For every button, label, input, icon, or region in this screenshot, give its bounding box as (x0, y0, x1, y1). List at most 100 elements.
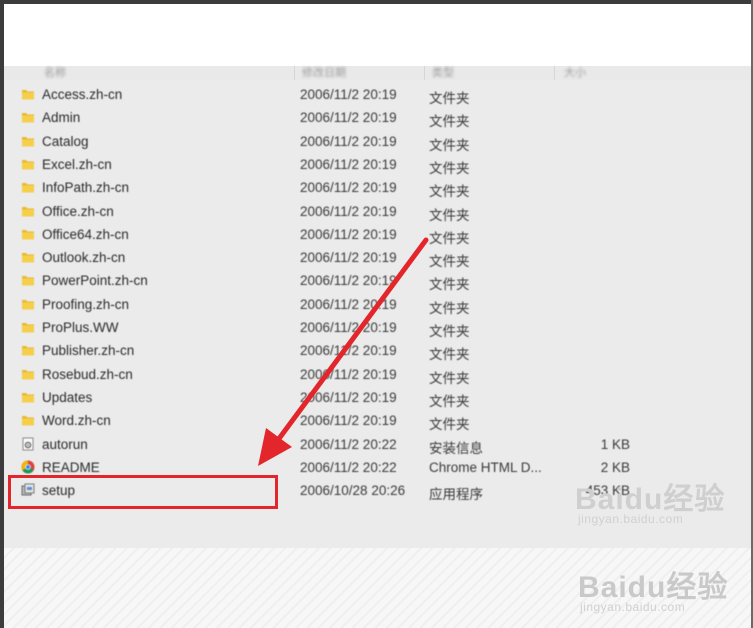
file-date-modified: 2006/11/2 20:19 (300, 273, 397, 289)
file-date-modified: 2006/11/2 20:19 (300, 389, 397, 405)
file-row-excel-zh-cn[interactable]: Excel.zh-cn 2006/11/2 20:19 文件夹 (4, 153, 751, 176)
file-name: README (42, 459, 100, 475)
file-name: Publisher.zh-cn (42, 343, 135, 359)
file-type: 文件夹 (429, 207, 470, 223)
file-size: 1 KB (600, 436, 630, 452)
file-date-modified: 2006/11/2 20:22 (300, 436, 397, 452)
file-name: Rosebud.zh-cn (42, 366, 133, 382)
file-row-admin[interactable]: Admin 2006/11/2 20:19 文件夹 (4, 106, 751, 129)
file-type: 文件夹 (429, 300, 470, 316)
file-date-modified: 2006/11/2 20:19 (300, 203, 397, 219)
file-row-infopath-zh-cn[interactable]: InfoPath.zh-cn 2006/11/2 20:19 文件夹 (4, 176, 751, 199)
file-date-modified: 2006/11/2 20:19 (300, 133, 397, 149)
file-row-autorun[interactable]: autorun 2006/11/2 20:22 安装信息 1 KB (4, 433, 751, 456)
file-type: 文件夹 (429, 160, 470, 176)
file-row-proofing-zh-cn[interactable]: Proofing.zh-cn 2006/11/2 20:19 文件夹 (4, 293, 751, 316)
file-date-modified: 2006/11/2 20:19 (300, 366, 397, 382)
file-row-updates[interactable]: Updates 2006/11/2 20:19 文件夹 (4, 386, 751, 409)
file-type: 应用程序 (429, 487, 483, 503)
file-date-modified: 2006/11/2 20:19 (300, 250, 397, 266)
folder-icon (21, 157, 35, 171)
file-date-modified: 2006/11/2 20:19 (300, 413, 397, 429)
file-size: 2 KB (600, 459, 630, 475)
column-separator[interactable] (424, 66, 425, 80)
file-name: Catalog (42, 133, 89, 149)
folder-icon (21, 320, 35, 334)
file-name: InfoPath.zh-cn (42, 180, 130, 196)
settings-file-icon (21, 437, 35, 451)
column-type-header[interactable]: 类型 (432, 64, 454, 80)
file-row-proplus-ww[interactable]: ProPlus.WW 2006/11/2 20:19 文件夹 (4, 316, 751, 339)
file-date-modified: 2006/10/28 20:26 (300, 483, 406, 499)
file-row-powerpoint-zh-cn[interactable]: PowerPoint.zh-cn 2006/11/2 20:19 文件夹 (4, 269, 751, 292)
column-separator[interactable] (554, 66, 555, 80)
file-row-office-zh-cn[interactable]: Office.zh-cn 2006/11/2 20:19 文件夹 (4, 200, 751, 223)
watermark-url: jingyan.baidu.com (578, 512, 684, 526)
file-name: Excel.zh-cn (42, 156, 112, 172)
file-name: Admin (42, 110, 81, 126)
file-name: ProPlus.WW (42, 320, 119, 335)
file-type: 文件夹 (429, 254, 470, 270)
toolbar-area (4, 4, 751, 66)
folder-icon (21, 413, 35, 427)
file-row-publisher-zh-cn[interactable]: Publisher.zh-cn 2006/11/2 20:19 文件夹 (4, 339, 751, 362)
file-date-modified: 2006/11/2 20:19 (300, 343, 397, 359)
chrome-icon (21, 460, 35, 474)
file-name: Updates (42, 389, 93, 405)
folder-icon (21, 390, 35, 404)
watermark-url-2: jingyan.baidu.com (580, 600, 686, 614)
file-type: 文件夹 (429, 230, 470, 246)
column-name-header[interactable]: 名称 (44, 64, 66, 80)
file-date-modified: 2006/11/2 20:19 (300, 226, 397, 242)
file-type: 文件夹 (429, 393, 470, 409)
folder-icon (21, 250, 35, 264)
file-type: 文件夹 (429, 370, 470, 386)
folder-icon (21, 180, 35, 194)
folder-icon (21, 297, 35, 311)
file-date-modified: 2006/11/2 20:19 (300, 296, 397, 312)
file-date-modified: 2006/11/2 20:19 (300, 87, 397, 102)
folder-icon (21, 134, 35, 148)
file-type: 文件夹 (429, 91, 470, 106)
file-name: PowerPoint.zh-cn (42, 273, 148, 289)
folder-icon (21, 204, 35, 218)
column-separator[interactable] (294, 66, 295, 80)
file-row-outlook-zh-cn[interactable]: Outlook.zh-cn 2006/11/2 20:19 文件夹 (4, 246, 751, 269)
folder-icon (21, 273, 35, 287)
column-date-header[interactable]: 修改日期 (302, 64, 346, 80)
file-name: Access.zh-cn (42, 87, 123, 102)
file-date-modified: 2006/11/2 20:19 (300, 110, 397, 126)
column-header: 名称 修改日期 类型 大小 (4, 66, 751, 80)
folder-icon (21, 87, 35, 101)
folder-icon (21, 343, 35, 357)
file-name: Proofing.zh-cn (42, 296, 130, 312)
file-type: 文件夹 (429, 184, 470, 200)
file-type: Chrome HTML D... (429, 459, 542, 475)
folder-icon (21, 110, 35, 124)
folder-icon (21, 367, 35, 381)
file-name: Office.zh-cn (42, 203, 114, 219)
file-type: 文件夹 (429, 347, 470, 363)
file-name: Word.zh-cn (42, 413, 111, 429)
column-size-header[interactable]: 大小 (564, 64, 586, 80)
file-date-modified: 2006/11/2 20:22 (300, 459, 397, 475)
file-type: 安装信息 (429, 440, 483, 456)
file-row-office64-zh-cn[interactable]: Office64.zh-cn 2006/11/2 20:19 文件夹 (4, 223, 751, 246)
file-row-access-zh-cn[interactable]: Access.zh-cn 2006/11/2 20:19 文件夹 (4, 83, 751, 106)
file-date-modified: 2006/11/2 20:19 (300, 156, 397, 172)
file-type: 文件夹 (429, 114, 470, 130)
file-row-rosebud-zh-cn[interactable]: Rosebud.zh-cn 2006/11/2 20:19 文件夹 (4, 363, 751, 386)
file-type: 文件夹 (429, 137, 470, 153)
file-type: 文件夹 (429, 277, 470, 293)
file-name: autorun (42, 436, 88, 452)
folder-icon (21, 227, 35, 241)
file-name: Outlook.zh-cn (42, 250, 126, 266)
file-row-word-zh-cn[interactable]: Word.zh-cn 2006/11/2 20:19 文件夹 (4, 409, 751, 432)
file-row-catalog[interactable]: Catalog 2006/11/2 20:19 文件夹 (4, 130, 751, 153)
highlight-box (8, 475, 278, 509)
file-type: 文件夹 (429, 417, 470, 433)
file-date-modified: 2006/11/2 20:19 (300, 180, 397, 196)
file-date-modified: 2006/11/2 20:19 (300, 320, 397, 335)
file-name: Office64.zh-cn (42, 226, 129, 242)
file-type: 文件夹 (429, 324, 470, 339)
